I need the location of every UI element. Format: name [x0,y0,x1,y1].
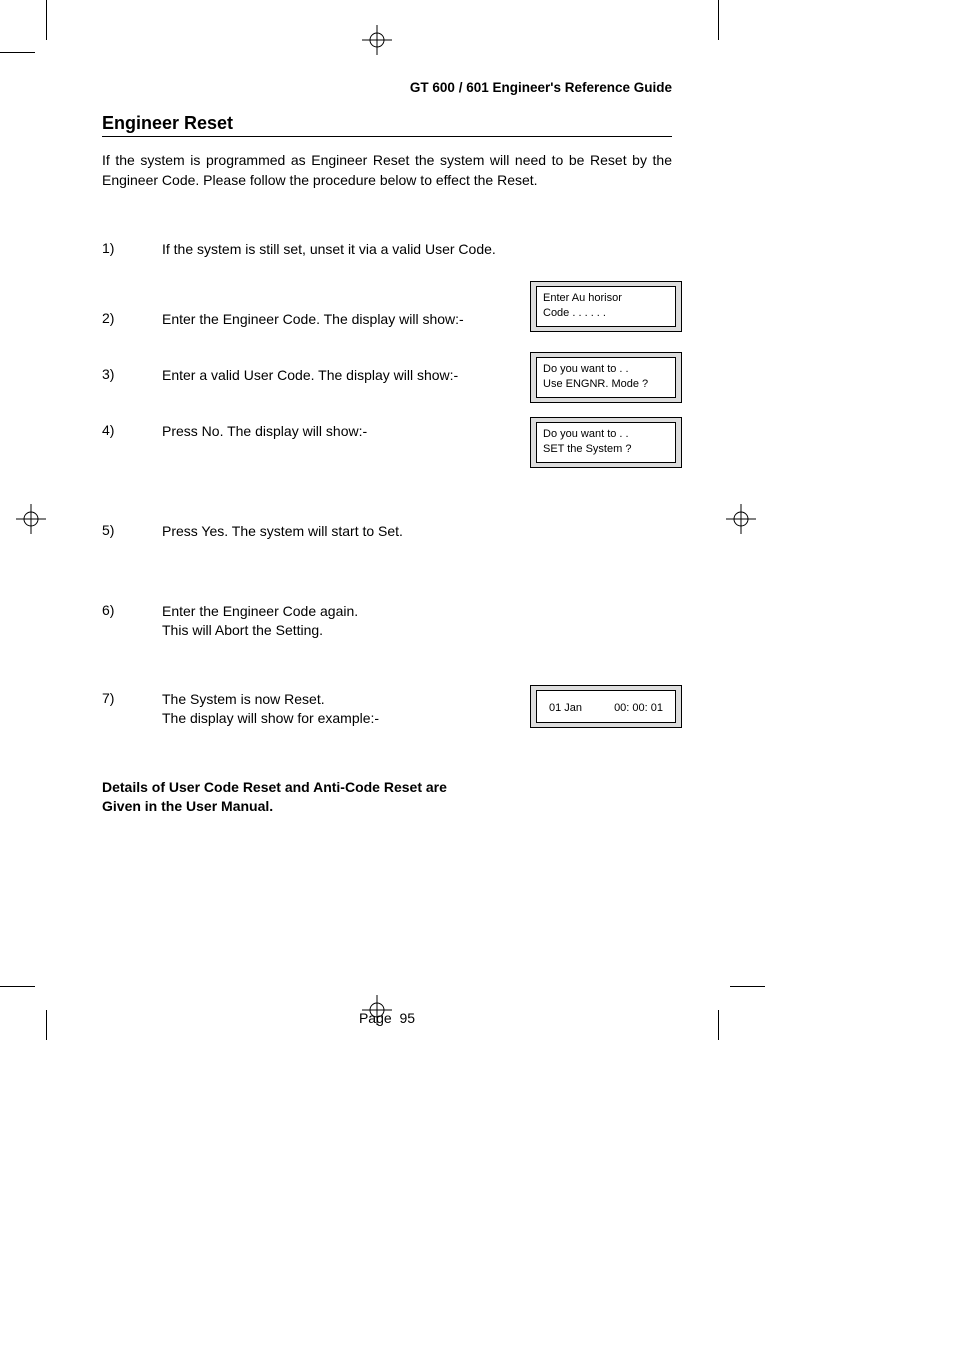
step-row: 5) Press Yes. The system will start to S… [102,522,672,542]
lcd-line: Code . . . . . . [543,306,669,321]
registration-mark-icon [726,504,756,534]
step-text: If the system is still set, unset it via… [162,240,672,259]
crop-mark [46,1010,47,1040]
lcd-line: Do you want to . . [543,427,669,442]
lcd-time: 00: 00: 01 [614,701,663,716]
lcd-display: Do you want to . . SET the System ? [530,417,682,468]
lcd-date: 01 Jan [549,701,582,716]
page-label: Page [359,1010,392,1026]
crop-mark [718,0,719,40]
lcd-display: Enter Au horisor Code . . . . . . [530,281,682,332]
step-number: 6) [102,602,162,618]
lcd-line: Enter Au horisor [543,291,669,306]
lcd-display: 01 Jan 00: 00: 01 [530,685,682,728]
section-title: Engineer Reset [102,113,672,137]
registration-mark-icon [16,504,46,534]
step-number: 7) [102,690,162,706]
step-number: 4) [102,422,162,438]
footer-note: Details of User Code Reset and Anti-Code… [102,778,672,817]
step-number: 5) [102,522,162,538]
page-num: 95 [399,1010,415,1026]
step-text: Press Yes. The system will start to Set. [162,522,672,541]
crop-mark [730,986,765,987]
step-row: 1) If the system is still set, unset it … [102,240,672,260]
crop-mark [718,1010,719,1040]
crop-mark [0,986,35,987]
step-text: Enter the Engineer Code again. This will… [162,602,672,640]
lcd-display: Do you want to . . Use ENGNR. Mode ? [530,352,682,403]
page-number: Page 95 [102,1010,672,1026]
step-number: 3) [102,366,162,382]
lcd-line: Do you want to . . [543,362,669,377]
running-header: GT 600 / 601 Engineer's Reference Guide [102,80,672,95]
step-number: 1) [102,240,162,256]
registration-mark-icon [362,25,392,55]
lcd-line: SET the System ? [543,442,669,457]
lcd-line: Use ENGNR. Mode ? [543,377,669,392]
intro-paragraph: If the system is programmed as Engineer … [102,151,672,190]
step-number: 2) [102,310,162,326]
step-row: 6) Enter the Engineer Code again. This w… [102,602,672,640]
crop-mark [0,52,35,53]
